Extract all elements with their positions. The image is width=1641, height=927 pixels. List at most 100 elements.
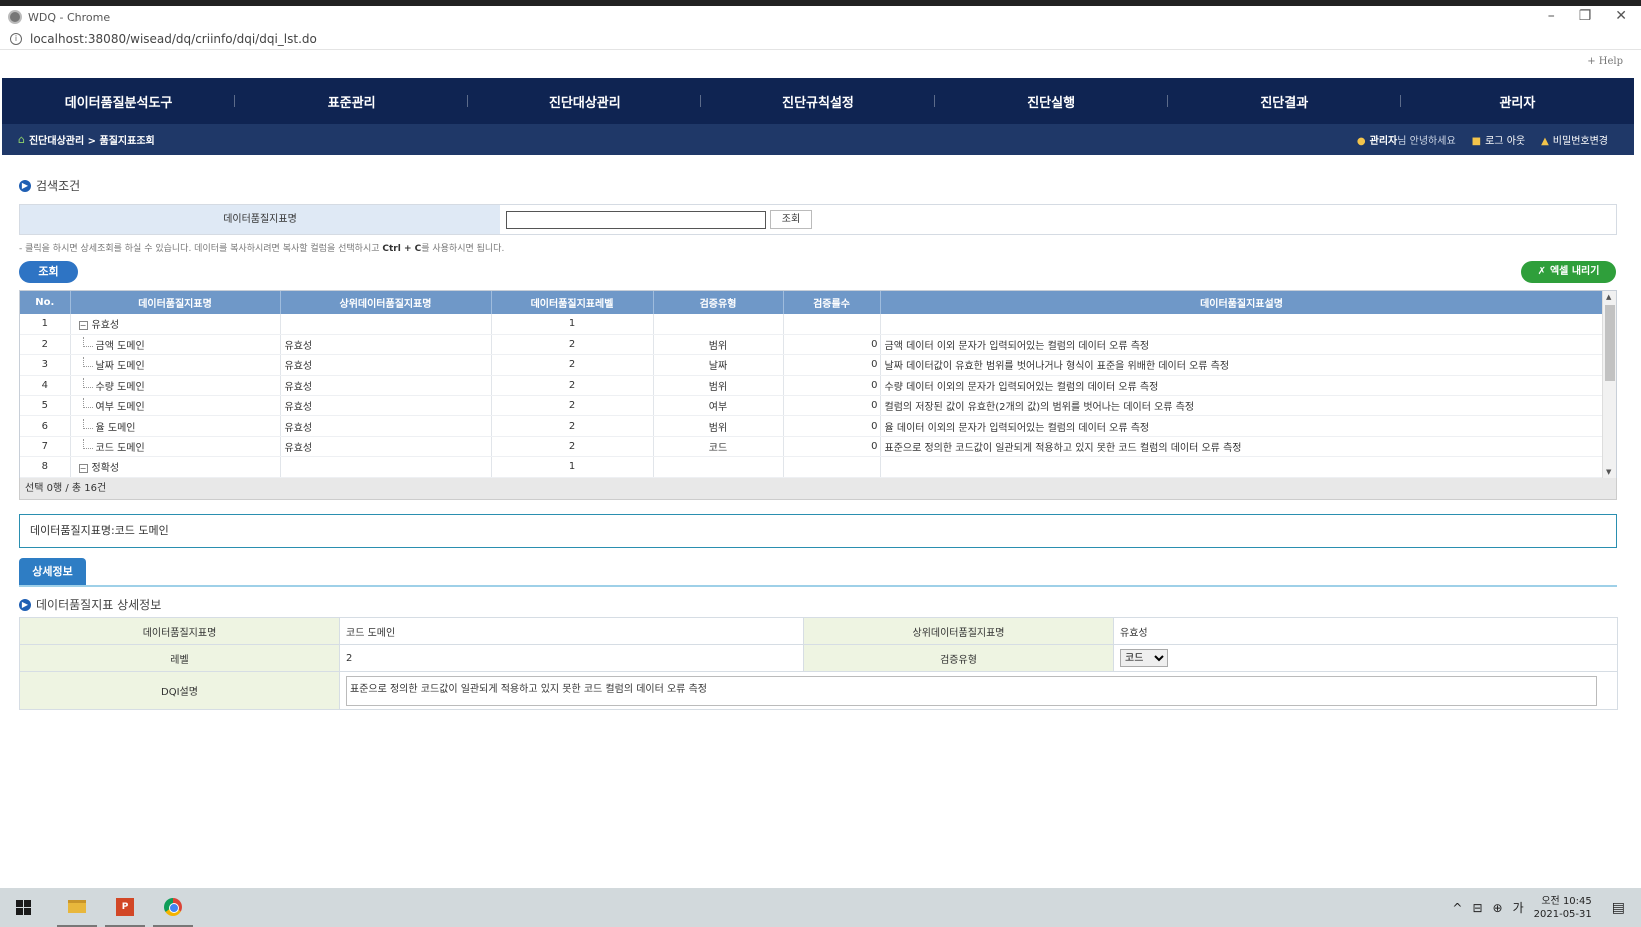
verification-type-select[interactable]: 코드 <box>1120 649 1168 667</box>
url-text[interactable]: localhost:38080/wisead/dq/criinfo/dqi/dq… <box>30 32 317 46</box>
cell-parent[interactable]: 유효성 <box>280 354 492 376</box>
cell-rules[interactable] <box>783 456 881 478</box>
cell-rules[interactable]: 0 <box>783 375 881 397</box>
minimize-button[interactable]: – <box>1548 8 1555 24</box>
inline-search-button[interactable]: 조회 <box>770 210 812 229</box>
tray-expand-icon[interactable]: ^ <box>1452 901 1462 915</box>
network-icon[interactable]: ⊟ <box>1472 901 1482 915</box>
table-row[interactable]: 7 코드 도메인 유효성 2 코드 0 표준으로 정의한 코드값이 일관되게 적용하고 있지… <box>20 436 1604 458</box>
col-header-level[interactable]: 데이터품질지표레벨 <box>491 291 654 314</box>
cell-type[interactable]: 코드 <box>653 436 784 458</box>
nav-item-admin[interactable]: 관리자 <box>1401 92 1634 111</box>
cell-type[interactable] <box>653 314 784 335</box>
cell-parent[interactable]: 유효성 <box>280 375 492 397</box>
cell-no[interactable]: 1 <box>20 314 71 335</box>
table-row[interactable]: 8− 정확성 1 <box>20 456 1604 478</box>
grid-scrollbar[interactable]: ▲ ▼ <box>1602 291 1616 478</box>
cell-parent[interactable]: 유효성 <box>280 436 492 458</box>
logout-link[interactable]: ■ 로그 아웃 <box>1472 132 1525 147</box>
cell-level[interactable]: 2 <box>491 415 654 437</box>
cell-type[interactable]: 범위 <box>653 375 784 397</box>
cell-desc[interactable]: 금액 데이터 이외 문자가 입력되어있는 컬럼의 데이터 오류 측정 <box>880 334 1604 356</box>
cell-level[interactable]: 2 <box>491 354 654 376</box>
scroll-down-icon[interactable]: ▼ <box>1606 468 1611 476</box>
col-header-type[interactable]: 검증유형 <box>653 291 784 314</box>
cell-no[interactable]: 6 <box>20 415 71 437</box>
cell-desc[interactable]: 컬럼의 저장된 값이 유효한(2개의 값)의 범위를 벗어나는 데이터 오류 측… <box>880 395 1604 417</box>
cell-no[interactable]: 2 <box>20 334 71 356</box>
cell-rules[interactable]: 0 <box>783 436 881 458</box>
nav-item-results[interactable]: 진단결과 <box>1168 92 1401 111</box>
cell-level[interactable]: 1 <box>491 314 654 335</box>
close-button[interactable]: ✕ <box>1615 8 1627 24</box>
cell-rules[interactable]: 0 <box>783 395 881 417</box>
table-row[interactable]: 1− 유효성 1 <box>20 314 1604 335</box>
tree-collapse-icon[interactable]: − <box>78 321 88 331</box>
notification-icon[interactable]: ▤ <box>1612 900 1625 916</box>
col-header-name[interactable]: 데이터품질지표명 <box>70 291 281 314</box>
cell-rules[interactable]: 0 <box>783 334 881 356</box>
col-header-no[interactable]: No. <box>20 291 71 314</box>
scroll-up-icon[interactable]: ▲ <box>1606 293 1611 301</box>
nav-item-standards[interactable]: 표준관리 <box>235 92 469 111</box>
cell-name[interactable]: 율 도메인 <box>70 415 281 437</box>
table-row[interactable]: 3 날짜 도메인 유효성 2 날짜 0 날짜 데이터값이 유효한 범위를 벗어나거나 형식이… <box>20 354 1604 376</box>
cell-name[interactable]: − 정확성 <box>70 456 281 478</box>
cell-parent[interactable] <box>280 314 492 335</box>
nav-item-targets[interactable]: 진단대상관리 <box>468 92 702 111</box>
cell-desc[interactable]: 표준으로 정의한 코드값이 일관되게 적용하고 있지 못한 코드 컬럼의 데이터… <box>880 436 1604 458</box>
tab-detail-info[interactable]: 상세정보 <box>19 558 86 585</box>
windows-start-icon[interactable] <box>16 900 31 915</box>
address-bar[interactable]: i localhost:38080/wisead/dq/criinfo/dqi/… <box>0 28 1641 50</box>
cell-no[interactable]: 3 <box>20 354 71 376</box>
cell-desc[interactable]: 수량 데이터 이외의 문자가 입력되어있는 컬럼의 데이터 오류 측정 <box>880 375 1604 397</box>
cell-level[interactable]: 2 <box>491 334 654 356</box>
scroll-thumb[interactable] <box>1605 305 1615 381</box>
cell-name[interactable]: 여부 도메인 <box>70 395 281 417</box>
cell-type[interactable] <box>653 456 784 478</box>
cell-parent[interactable]: 유효성 <box>280 415 492 437</box>
globe-icon[interactable]: ⊕ <box>1493 901 1503 915</box>
cell-name[interactable]: 금액 도메인 <box>70 334 281 356</box>
cell-parent[interactable] <box>280 456 492 478</box>
search-input[interactable] <box>506 210 766 229</box>
nav-item-execution[interactable]: 진단실행 <box>935 92 1168 111</box>
cell-desc[interactable]: 율 데이터 이외의 문자가 입력되어있는 컬럼의 데이터 오류 측정 <box>880 415 1604 437</box>
nav-item-rules[interactable]: 진단규칙설정 <box>701 92 935 111</box>
dqi-description-textarea[interactable]: 표준으로 정의한 코드값이 일관되게 적용하고 있지 못한 코드 컬럼의 데이터… <box>346 675 1597 706</box>
ime-indicator[interactable]: 가 <box>1513 899 1524 916</box>
cell-level[interactable]: 2 <box>491 395 654 417</box>
table-row[interactable]: 6 율 도메인 유효성 2 범위 0 율 데이터 이외의 문자가 입력되어있는 컬럼의 데이… <box>20 415 1604 437</box>
cell-level[interactable]: 2 <box>491 375 654 397</box>
change-password-link[interactable]: ▲ 비밀번호변경 <box>1541 132 1608 147</box>
cell-type[interactable]: 날짜 <box>653 354 784 376</box>
col-header-desc[interactable]: 데이터품질지표설명 <box>880 291 1604 314</box>
cell-level[interactable]: 1 <box>491 456 654 478</box>
home-icon[interactable]: ⌂ <box>18 133 25 146</box>
col-header-rules[interactable]: 검증룰수 <box>783 291 881 314</box>
cell-name[interactable]: 수량 도메인 <box>70 375 281 397</box>
cell-no[interactable]: 8 <box>20 456 71 478</box>
cell-type[interactable]: 여부 <box>653 395 784 417</box>
cell-parent[interactable]: 유효성 <box>280 395 492 417</box>
col-header-parent[interactable]: 상위데이터품질지표명 <box>280 291 492 314</box>
cell-rules[interactable]: 0 <box>783 354 881 376</box>
cell-rules[interactable] <box>783 314 881 335</box>
cell-desc[interactable] <box>880 314 1604 335</box>
explorer-app[interactable] <box>57 889 97 927</box>
cell-type[interactable]: 범위 <box>653 334 784 356</box>
table-row[interactable]: 2 금액 도메인 유효성 2 범위 0 금액 데이터 이외 문자가 입력되어있는 컬럼의 데… <box>20 334 1604 356</box>
cell-parent[interactable]: 유효성 <box>280 334 492 356</box>
cell-level[interactable]: 2 <box>491 436 654 458</box>
cell-no[interactable]: 7 <box>20 436 71 458</box>
cell-name[interactable]: 코드 도메인 <box>70 436 281 458</box>
nav-item-home[interactable]: 데이터품질분석도구 <box>2 92 236 111</box>
cell-no[interactable]: 4 <box>20 375 71 397</box>
cell-desc[interactable] <box>880 456 1604 478</box>
cell-rules[interactable]: 0 <box>783 415 881 437</box>
tree-collapse-icon[interactable]: − <box>78 464 88 474</box>
help-link[interactable]: + Help <box>1587 56 1623 67</box>
cell-name[interactable]: 날짜 도메인 <box>70 354 281 376</box>
cell-name[interactable]: − 유효성 <box>70 314 281 335</box>
query-button[interactable]: 조회 <box>19 261 78 283</box>
